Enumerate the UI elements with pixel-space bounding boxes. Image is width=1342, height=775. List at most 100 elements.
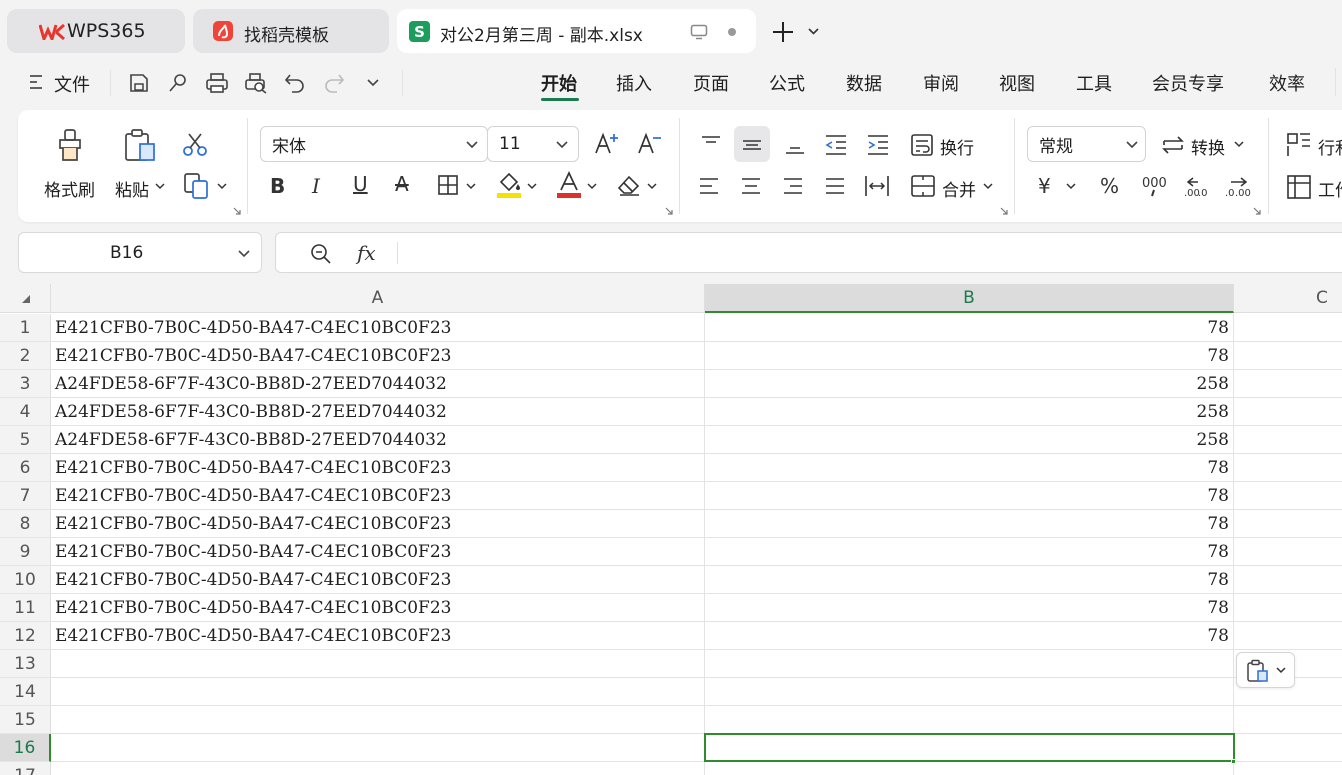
paste-icon[interactable] bbox=[124, 128, 158, 164]
cell-a6[interactable]: E421CFB0-7B0C-4D50-BA47-C4EC10BC0F23 bbox=[51, 454, 705, 482]
cell-b8[interactable]: 78 bbox=[705, 510, 1234, 538]
rows-columns-label[interactable]: 行和 bbox=[1318, 134, 1342, 159]
clear-format-eraser-icon[interactable] bbox=[616, 173, 642, 197]
cell-b2[interactable]: 78 bbox=[705, 342, 1234, 370]
borders-chevron-icon[interactable] bbox=[466, 183, 476, 190]
cell-b15[interactable] bbox=[705, 706, 1234, 734]
menu-lines-icon[interactable] bbox=[29, 74, 43, 90]
tab-review[interactable]: 审阅 bbox=[923, 70, 959, 96]
tab-efficiency[interactable]: 效率 bbox=[1269, 70, 1305, 96]
formula-input[interactable] bbox=[406, 239, 1306, 267]
rows-columns-icon[interactable] bbox=[1286, 132, 1312, 158]
cell-a12[interactable]: E421CFB0-7B0C-4D50-BA47-C4EC10BC0F23 bbox=[51, 622, 705, 650]
cell-c12[interactable] bbox=[1234, 622, 1342, 650]
row-header[interactable]: 7 bbox=[0, 482, 51, 510]
save-icon[interactable] bbox=[128, 72, 150, 94]
convert-chevron-icon[interactable] bbox=[1234, 141, 1244, 148]
cell-a8[interactable]: E421CFB0-7B0C-4D50-BA47-C4EC10BC0F23 bbox=[51, 510, 705, 538]
decrease-font-icon[interactable] bbox=[637, 131, 663, 157]
more-chevron-icon[interactable] bbox=[366, 78, 380, 87]
cell-c10[interactable] bbox=[1234, 566, 1342, 594]
tab-member[interactable]: 会员专享 bbox=[1152, 70, 1224, 96]
cell-a3[interactable]: A24FDE58-6F7F-43C0-BB8D-27EED7044032 bbox=[51, 370, 705, 398]
cell-a9[interactable]: E421CFB0-7B0C-4D50-BA47-C4EC10BC0F23 bbox=[51, 538, 705, 566]
bold-icon[interactable]: B bbox=[270, 174, 285, 198]
cell-a16[interactable] bbox=[51, 734, 705, 762]
cell-c1[interactable] bbox=[1234, 314, 1342, 342]
tab-active-workbook[interactable]: S 对公2月第三周 - 副本.xlsx bbox=[397, 9, 756, 53]
row-header[interactable]: 6 bbox=[0, 454, 51, 482]
cell-c8[interactable] bbox=[1234, 510, 1342, 538]
cell-b11[interactable]: 78 bbox=[705, 594, 1234, 622]
cell-b3[interactable]: 258 bbox=[705, 370, 1234, 398]
cell-b17[interactable] bbox=[705, 762, 1234, 775]
convert-label[interactable]: 转换 bbox=[1191, 134, 1225, 159]
font-launcher-icon[interactable] bbox=[665, 207, 673, 215]
distributed-align-icon[interactable] bbox=[864, 174, 890, 198]
wrap-text-label[interactable]: 换行 bbox=[940, 134, 974, 159]
tab-list-chevron-icon[interactable] bbox=[807, 27, 820, 36]
merge-label[interactable]: 合并 bbox=[942, 176, 976, 201]
cell-c9[interactable] bbox=[1234, 538, 1342, 566]
format-painter-icon[interactable] bbox=[55, 128, 87, 164]
cell-b7[interactable]: 78 bbox=[705, 482, 1234, 510]
cell-a14[interactable] bbox=[51, 678, 705, 706]
cell-a7[interactable]: E421CFB0-7B0C-4D50-BA47-C4EC10BC0F23 bbox=[51, 482, 705, 510]
new-tab-plus-icon[interactable] bbox=[771, 20, 795, 44]
cell-a11[interactable]: E421CFB0-7B0C-4D50-BA47-C4EC10BC0F23 bbox=[51, 594, 705, 622]
fill-handle[interactable] bbox=[1231, 759, 1236, 764]
column-header-a[interactable]: A bbox=[51, 284, 705, 313]
align-left-icon[interactable] bbox=[698, 176, 720, 196]
name-box[interactable]: B16 bbox=[18, 232, 262, 273]
wrap-text-icon[interactable] bbox=[910, 133, 936, 157]
cell-c4[interactable] bbox=[1234, 398, 1342, 426]
italic-icon[interactable]: I bbox=[312, 174, 320, 198]
cell-b12[interactable]: 78 bbox=[705, 622, 1234, 650]
borders-icon[interactable] bbox=[437, 174, 459, 196]
tab-wps365[interactable]: WPS365 bbox=[7, 9, 185, 53]
row-header[interactable]: 11 bbox=[0, 594, 51, 622]
tab-data[interactable]: 数据 bbox=[846, 70, 882, 96]
function-fx-icon[interactable]: fx bbox=[357, 241, 376, 265]
underline-icon[interactable]: U bbox=[353, 172, 368, 196]
align-center-icon[interactable] bbox=[740, 176, 762, 196]
worksheet-icon[interactable] bbox=[1286, 174, 1312, 200]
number-launcher-icon[interactable] bbox=[1253, 207, 1261, 215]
font-color-icon[interactable] bbox=[556, 171, 582, 199]
row-header[interactable]: 2 bbox=[0, 342, 51, 370]
share-link-icon[interactable] bbox=[167, 72, 189, 94]
undo-icon[interactable] bbox=[284, 72, 306, 94]
selected-cell-b16[interactable] bbox=[704, 733, 1235, 762]
cell-c17[interactable] bbox=[1234, 762, 1342, 775]
row-header[interactable]: 12 bbox=[0, 622, 51, 650]
row-header[interactable]: 14 bbox=[0, 678, 51, 706]
clear-chevron-icon[interactable] bbox=[647, 183, 657, 190]
fill-color-icon[interactable] bbox=[496, 171, 522, 199]
tab-insert[interactable]: 插入 bbox=[616, 70, 652, 96]
file-menu-button[interactable]: 文件 bbox=[54, 71, 90, 97]
cell-c3[interactable] bbox=[1234, 370, 1342, 398]
decrease-decimal-icon[interactable]: .0.00 bbox=[1225, 174, 1251, 198]
cell-c5[interactable] bbox=[1234, 426, 1342, 454]
cell-a13[interactable] bbox=[51, 650, 705, 678]
row-header[interactable]: 1 bbox=[0, 314, 51, 342]
align-middle-button[interactable] bbox=[734, 126, 770, 162]
cell-a1[interactable]: E421CFB0-7B0C-4D50-BA47-C4EC10BC0F23 bbox=[51, 314, 705, 342]
cell-a10[interactable]: E421CFB0-7B0C-4D50-BA47-C4EC10BC0F23 bbox=[51, 566, 705, 594]
row-header[interactable]: 17 bbox=[0, 762, 51, 775]
clipboard-launcher-icon[interactable] bbox=[233, 207, 241, 215]
row-header[interactable]: 4 bbox=[0, 398, 51, 426]
convert-icon[interactable] bbox=[1160, 133, 1186, 157]
align-right-icon[interactable] bbox=[782, 176, 804, 196]
font-color-chevron-icon[interactable] bbox=[587, 183, 597, 190]
cell-c16[interactable] bbox=[1234, 734, 1342, 762]
copy-chevron-icon[interactable] bbox=[217, 183, 227, 190]
merge-cells-icon[interactable] bbox=[910, 174, 936, 198]
merge-chevron-icon[interactable] bbox=[983, 183, 993, 190]
copy-icon[interactable] bbox=[183, 172, 211, 200]
unsaved-dot-icon[interactable] bbox=[728, 28, 736, 36]
cell-a15[interactable] bbox=[51, 706, 705, 734]
row-header[interactable]: 16 bbox=[0, 734, 51, 762]
row-header[interactable]: 5 bbox=[0, 426, 51, 454]
number-format-select[interactable]: 常规 bbox=[1027, 126, 1146, 162]
